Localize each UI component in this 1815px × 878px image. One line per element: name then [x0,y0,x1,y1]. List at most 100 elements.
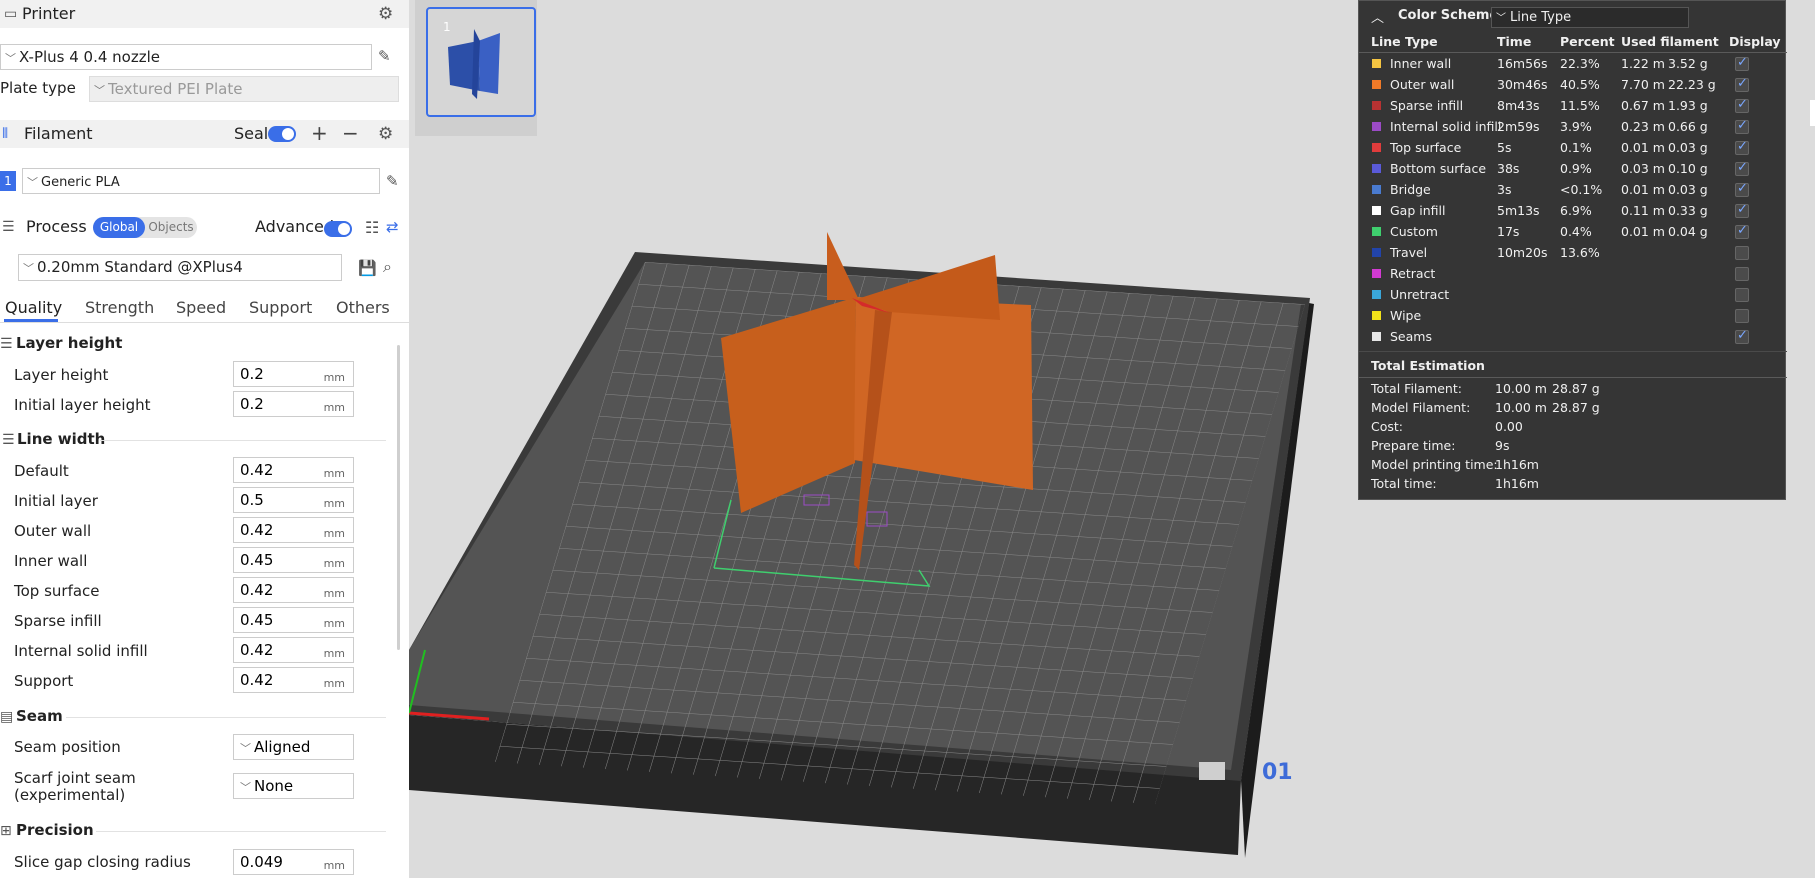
legend-row[interactable]: Seams [1359,326,1787,347]
seam-icon: ▤ [0,709,14,725]
display-checkbox[interactable] [1735,97,1749,113]
search-icon[interactable]: ⌕ [383,257,392,277]
color-swatch [1372,311,1381,320]
legend-row[interactable]: Custom 17s 0.4% 0.01 m 0.04 g [1359,221,1787,242]
color-swatch [1372,185,1381,194]
initial-layer-width-input[interactable]: 0.5 mm [233,487,354,513]
display-checkbox[interactable] [1735,139,1749,155]
plate-thumbnail[interactable]: 1 [426,7,536,117]
gear-icon[interactable]: ⚙ [378,4,393,24]
total-row: Prepare time: 9s [1359,435,1787,456]
printer-select[interactable]: ﹀ X-Plus 4 0.4 nozzle [0,44,372,70]
internal-solid-infill-width-input[interactable]: 0.42 mm [233,637,354,663]
display-checkbox[interactable] [1735,246,1749,260]
group-divider [66,717,386,718]
edit-icon[interactable]: ✎ [386,172,399,190]
unit-label: mm [323,617,345,630]
thumbnail-model-icon [448,29,500,99]
tab-support[interactable]: Support [249,298,312,317]
legend-len: 0.01 m [1621,140,1665,155]
legend-row[interactable]: Travel 10m20s 13.6% [1359,242,1787,263]
process-preset-select[interactable]: ﹀ 0.20mm Standard @XPlus4 [18,254,342,281]
legend-len: 0.03 m [1621,161,1665,176]
collapse-icon[interactable]: ︿ [1371,7,1384,26]
param-label: Inner wall [14,552,88,570]
legend-row[interactable]: Inner wall 16m56s 22.3% 1.22 m 3.52 g [1359,53,1787,74]
unit-label: mm [323,401,345,414]
edit-icon[interactable]: ✎ [378,47,391,65]
group-divider [100,440,386,441]
scarf-joint-seam-select[interactable]: ﹀ None [233,773,354,799]
support-width-input[interactable]: 0.42 mm [233,667,354,693]
unit-label: mm [323,587,345,600]
remove-icon[interactable]: − [342,121,359,145]
slicer-app: ▭ Printer ⚙ ﹀ X-Plus 4 0.4 nozzle ✎ Plate… [0,0,1815,878]
display-checkbox[interactable] [1735,76,1749,92]
param-label: Scarf joint seam [14,769,136,787]
display-checkbox[interactable] [1735,288,1749,302]
default-width-input[interactable]: 0.42 mm [233,457,354,483]
tab-speed[interactable]: Speed [176,298,226,317]
tab-others[interactable]: Others [336,298,390,317]
side-panel-edge [1810,100,1815,126]
display-checkbox[interactable] [1735,118,1749,134]
legend-row[interactable]: Internal solid infill 2m59s 3.9% 0.23 m 0.66… [1359,116,1787,137]
display-checkbox[interactable] [1735,328,1749,344]
scrollbar[interactable] [397,345,400,650]
param-label: Internal solid infill [14,642,148,660]
legend-row[interactable]: Unretract [1359,284,1787,305]
display-checkbox[interactable] [1735,160,1749,176]
list-icon[interactable]: ☷ [365,218,379,237]
legend-percent: <0.1% [1560,182,1603,197]
legend-name: Retract [1390,266,1436,281]
precision-icon: ⊞ [0,823,12,839]
total-v1: 10.00 m [1495,400,1547,415]
display-checkbox[interactable] [1735,309,1749,323]
process-icon: ☰ [2,219,15,235]
seam-position-select[interactable]: ﹀ Aligned [233,734,354,760]
outer-wall-width-input[interactable]: 0.42 mm [233,517,354,543]
advanced-toggle[interactable] [324,221,352,237]
global-tab[interactable]: Global [93,217,145,238]
legend-row[interactable]: Sparse infill 8m43s 11.5% 0.67 m 1.93 g [1359,95,1787,116]
display-checkbox[interactable] [1735,223,1749,239]
save-icon[interactable]: 💾 [358,259,377,277]
add-icon[interactable]: + [311,121,328,145]
legend-row[interactable]: Bottom surface 38s 0.9% 0.03 m 0.10 g [1359,158,1787,179]
slice-gap-input[interactable]: 0.049 mm [233,849,354,875]
header-time: Time [1497,34,1532,49]
compare-icon[interactable]: ⇄ [386,218,399,236]
plate-type-select[interactable]: ﹀ Textured PEI Plate [89,76,399,102]
legend-name: Custom [1390,224,1438,239]
legend-len: 0.01 m [1621,182,1665,197]
display-checkbox[interactable] [1735,267,1749,281]
param-label: Initial layer height [14,396,151,414]
legend-row[interactable]: Bridge 3s <0.1% 0.01 m 0.03 g [1359,179,1787,200]
chevron-down-icon: ﹀ [240,742,251,755]
color-swatch [1372,332,1381,341]
top-surface-width-input[interactable]: 0.42 mm [233,577,354,603]
layer-height-input[interactable]: 0.2 mm [233,361,354,387]
objects-tab[interactable]: Objects [145,217,197,238]
initial-layer-height-input[interactable]: 0.2 mm [233,391,354,417]
line-width-icon: ☰ [2,432,15,448]
legend-row[interactable]: Wipe [1359,305,1787,326]
seal-toggle[interactable] [268,126,296,142]
display-checkbox[interactable] [1735,181,1749,197]
inner-wall-width-input[interactable]: 0.45 mm [233,547,354,573]
color-scheme-select[interactable]: ﹀ Line Type [1491,7,1689,28]
display-checkbox[interactable] [1735,55,1749,71]
group-layer-height: Layer height [16,334,123,352]
legend-row[interactable]: Top surface 5s 0.1% 0.01 m 0.03 g [1359,137,1787,158]
legend-row[interactable]: Retract [1359,263,1787,284]
legend-row[interactable]: Gap infill 5m13s 6.9% 0.11 m 0.33 g [1359,200,1787,221]
tab-strength[interactable]: Strength [85,298,154,317]
tab-quality[interactable]: Quality [5,298,62,317]
legend-row[interactable]: Outer wall 30m46s 40.5% 7.70 m 22.23 g [1359,74,1787,95]
gear-icon[interactable]: ⚙ [378,124,393,144]
param-label: Outer wall [14,522,92,540]
filament-select[interactable]: ﹀ Generic PLA [22,168,380,194]
sparse-infill-width-input[interactable]: 0.45 mm [233,607,354,633]
display-checkbox[interactable] [1735,202,1749,218]
legend-time: 10m20s [1497,245,1548,260]
